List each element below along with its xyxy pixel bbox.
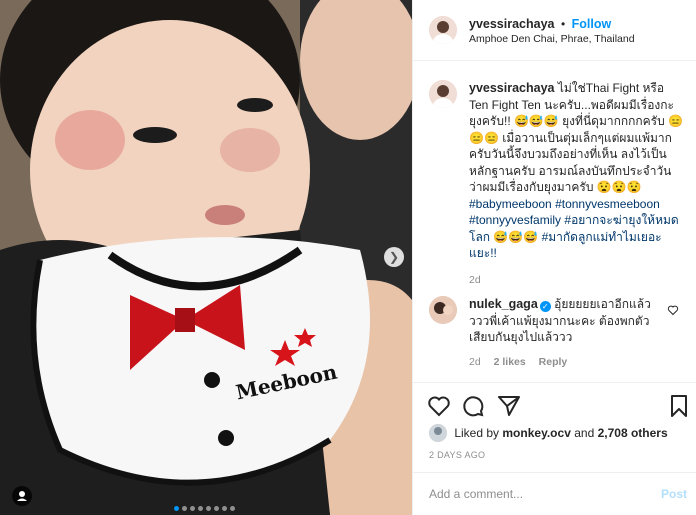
- carousel-dot: [198, 506, 203, 511]
- post-caption: yvessirachaya ไม่ใช่Thai Fight หรือ Ten …: [469, 80, 683, 288]
- hashtag[interactable]: #babymeeboon: [469, 197, 552, 211]
- caption-username[interactable]: yvessirachaya: [469, 81, 555, 95]
- post-location[interactable]: Amphoe Den Chai, Phrae, Thailand: [469, 33, 635, 45]
- heart-icon: [428, 396, 450, 417]
- share-button[interactable]: [497, 394, 521, 423]
- post-comment-button[interactable]: Post: [661, 487, 687, 501]
- carousel-dot: [190, 506, 195, 511]
- like-button[interactable]: [427, 394, 451, 423]
- comment-like-button[interactable]: [667, 303, 679, 321]
- likes-others[interactable]: 2,708 others: [598, 426, 668, 440]
- baby-photo-illustration: [0, 0, 412, 515]
- carousel-indicator: [174, 498, 238, 511]
- comment-button[interactable]: [461, 394, 485, 423]
- comment-likes[interactable]: 2 likes: [494, 356, 526, 368]
- header-separator: •: [560, 17, 566, 31]
- bookmark-icon: [671, 395, 687, 417]
- post-sidebar: yvessirachaya • Follow Amphoe Den Chai, …: [412, 0, 696, 515]
- carousel-dot: [174, 506, 179, 511]
- carousel-dot: [230, 506, 235, 511]
- comment-input[interactable]: Add a comment...: [429, 487, 523, 501]
- carousel-dot: [182, 506, 187, 511]
- save-button[interactable]: [669, 394, 689, 423]
- post-actions: [413, 382, 696, 427]
- post-header: yvessirachaya • Follow Amphoe Den Chai, …: [413, 0, 696, 61]
- liker-username[interactable]: monkey.ocv: [502, 426, 570, 440]
- heart-icon: [667, 305, 679, 316]
- carousel-dot: [214, 506, 219, 511]
- post-timestamp[interactable]: 2 DAYS AGO: [429, 450, 485, 460]
- liker-avatar[interactable]: [429, 424, 447, 442]
- hashtag[interactable]: #tonnyvesmeeboon: [555, 197, 660, 211]
- follow-button[interactable]: Follow: [572, 17, 612, 31]
- author-username[interactable]: yvessirachaya: [469, 17, 555, 31]
- caption-avatar[interactable]: [429, 80, 457, 108]
- caption-text: ไม่ใช่Thai Fight หรือ Ten Fight Ten นะคร…: [469, 81, 684, 194]
- comment-age[interactable]: 2d: [469, 356, 481, 368]
- post-photo[interactable]: Meeboon ❯: [0, 0, 412, 515]
- carousel-dot: [206, 506, 211, 511]
- likes-conj: and: [574, 426, 595, 440]
- carousel-dot: [222, 506, 227, 511]
- tagged-user-button[interactable]: [12, 486, 32, 506]
- comment-username[interactable]: nulek_gaga: [469, 297, 538, 311]
- person-icon: [17, 491, 27, 501]
- verified-badge-icon: ✓: [539, 301, 551, 312]
- likes-summary: Liked by monkey.ocv and 2,708 others: [429, 424, 668, 442]
- paper-plane-icon: [498, 396, 520, 416]
- commenter-avatar[interactable]: [429, 296, 457, 324]
- add-comment-bar: Add a comment... Post: [413, 472, 696, 515]
- carousel-next-button[interactable]: ❯: [384, 247, 404, 267]
- comment-item: nulek_gaga ✓ อุ้ยยยยยเอาอีกแล้ววววพี่เค้า…: [469, 296, 669, 370]
- speech-bubble-icon: [463, 396, 484, 417]
- hashtag[interactable]: #tonnyyvesfamily: [469, 213, 561, 227]
- comment-reply-button[interactable]: Reply: [539, 356, 568, 368]
- caption-age[interactable]: 2d: [469, 272, 683, 289]
- author-avatar[interactable]: [429, 16, 457, 44]
- chevron-right-icon: ❯: [388, 250, 400, 264]
- likes-prefix: Liked by: [454, 426, 500, 440]
